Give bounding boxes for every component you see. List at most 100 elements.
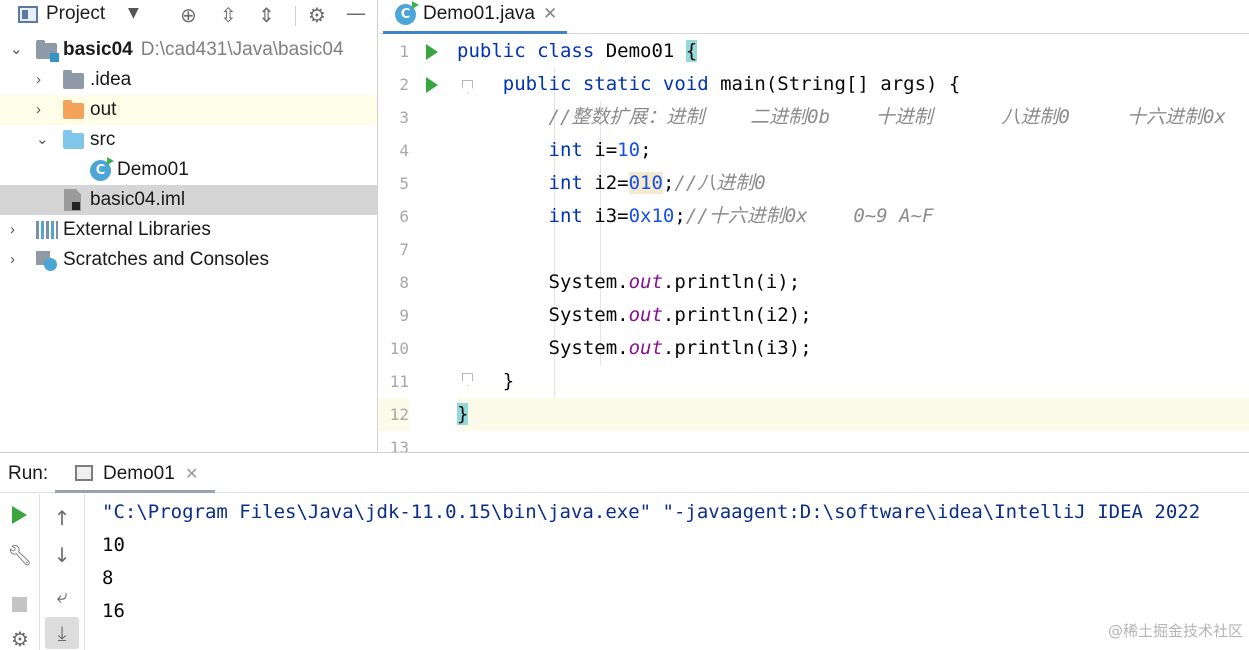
locate-target-icon[interactable]: ⊕	[180, 3, 197, 27]
rerun-play-icon[interactable]	[12, 506, 27, 524]
excluded-folder-icon	[63, 100, 84, 119]
tab-label: Demo01.java	[423, 3, 535, 24]
line-number: 2	[399, 75, 409, 94]
line-number: 1	[399, 42, 409, 61]
console-line: 16	[102, 600, 125, 622]
arrow-down-icon[interactable]: ↓	[45, 539, 79, 571]
tab-demo01-java[interactable]: C Demo01.java ✕	[383, 0, 567, 34]
line-number: 8	[399, 273, 409, 292]
code-line-3: //整数扩展：进制 二进制0b 十进制 八进制0 十六进制0x	[548, 106, 1226, 128]
code-editor: C Demo01.java ✕ 1 2 3 4 5 6 7 8 9 10 11 …	[379, 0, 1249, 457]
console-line-command: "C:\Program Files\Java\jdk-11.0.15\bin\j…	[102, 501, 1201, 523]
tree-item-out[interactable]: › out	[0, 95, 377, 125]
code-line-11: }	[502, 370, 515, 392]
line-number: 12	[379, 398, 409, 431]
chevron-down-icon[interactable]: ⌄	[36, 125, 49, 155]
tree-item-scratches[interactable]: › Scratches and Consoles	[0, 245, 377, 275]
brace-highlight: }	[457, 403, 469, 425]
tree-item-external-libraries[interactable]: › External Libraries	[0, 215, 377, 245]
folder-icon	[63, 70, 84, 89]
chevron-right-icon[interactable]: ›	[10, 215, 15, 245]
line-number: 3	[399, 108, 409, 127]
run-label: Run:	[8, 463, 49, 484]
code-line-5: int i2=010;//八进制0	[548, 172, 766, 194]
code-line-1: public class Demo01 {	[457, 40, 698, 62]
run-tab-demo01[interactable]: Demo01 ✕	[55, 453, 215, 493]
code-line-10: System.out.println(i3);	[548, 337, 812, 359]
console-output[interactable]: "C:\Program Files\Java\jdk-11.0.15\bin\j…	[102, 494, 1249, 650]
project-toolbar: Project ▼ ⊕ ⇳ ⇕ ⚙ —	[0, 0, 378, 32]
java-class-icon: C	[395, 1, 419, 25]
line-number: 11	[389, 372, 409, 391]
tree-label-scratches: Scratches and Consoles	[63, 249, 269, 270]
stop-icon[interactable]	[12, 597, 27, 612]
tree-item-basic04-iml[interactable]: basic04.iml	[0, 185, 377, 215]
chevron-right-icon[interactable]: ›	[10, 245, 15, 275]
java-class-icon: C	[90, 157, 114, 181]
source-folder-icon	[63, 130, 84, 149]
module-file-icon	[64, 189, 81, 211]
run-tab-label: Demo01	[103, 463, 175, 484]
tree-item-src[interactable]: ⌄ src	[0, 125, 377, 155]
code-line-6: int i3=0x10;//十六进制0x 0~9 A~F	[548, 205, 934, 227]
console-line: 10	[102, 534, 125, 556]
gear-icon[interactable]: ⚙	[308, 3, 326, 27]
scratches-icon	[36, 251, 58, 271]
code-line-8: System.out.println(i);	[548, 271, 801, 293]
console-icon	[75, 465, 93, 481]
hide-minus-icon[interactable]: —	[346, 1, 366, 25]
expand-all-icon[interactable]: ⇳	[220, 3, 237, 27]
module-badge-icon	[50, 53, 59, 62]
tree-label-idea: idea	[95, 69, 132, 90]
line-number: 7	[399, 240, 409, 259]
tree-label-iml: basic04.iml	[90, 189, 186, 210]
chevron-right-icon[interactable]: ›	[36, 95, 41, 125]
run-main-icon[interactable]	[426, 77, 438, 93]
run-toolbar-left: 🔧︎ ⚙	[0, 494, 40, 650]
line-number: 5	[399, 174, 409, 193]
wrench-icon[interactable]: 🔧︎	[0, 538, 40, 572]
run-class-icon[interactable]	[426, 44, 438, 60]
library-icon	[36, 221, 58, 239]
line-number: 9	[399, 306, 409, 325]
tree-path: D:\cad431\Java\basic04	[140, 39, 344, 60]
tree-label-out: out	[90, 99, 117, 120]
soft-wrap-icon[interactable]: ⤶	[45, 580, 79, 612]
project-view-icon	[18, 6, 38, 23]
chevron-right-icon[interactable]: ›	[36, 65, 41, 95]
line-number: 6	[399, 207, 409, 226]
project-title[interactable]: Project	[46, 3, 105, 25]
close-icon[interactable]: ✕	[543, 4, 557, 24]
tree-label-demo01: Demo01	[117, 159, 189, 180]
run-tool-window: Run: Demo01 ✕ 🔧︎ ⚙ ↑ ↓ ⤶ ⤓ "C:\Program F…	[0, 452, 1249, 650]
run-toolbar-right: ↑ ↓ ⤶ ⤓	[41, 494, 85, 650]
number-highlight: 010	[628, 172, 663, 194]
line-number: 10	[389, 339, 409, 358]
chevron-down-icon[interactable]: ⌄	[10, 35, 23, 65]
view-dropdown-chevron-icon[interactable]: ▼	[128, 5, 139, 21]
code-line-9: System.out.println(i2);	[548, 304, 812, 326]
tree-label-basic04: basic04	[63, 39, 133, 60]
line-number: 4	[399, 141, 409, 160]
code-area[interactable]: public class Demo01 { public static void…	[457, 35, 1249, 452]
tree-item-idea[interactable]: › .idea	[0, 65, 377, 95]
scroll-to-end-icon[interactable]: ⤓	[45, 617, 79, 649]
project-tool-window: Project ▼ ⊕ ⇳ ⇕ ⚙ — ⌄ basic04 D:\cad431\J…	[0, 0, 378, 452]
toolbar-divider	[295, 6, 296, 26]
code-line-2: public static void main(String[] args) {	[502, 73, 961, 95]
close-icon[interactable]: ✕	[185, 464, 198, 483]
arrow-up-icon[interactable]: ↑	[45, 502, 79, 534]
code-line-12-current: }	[457, 398, 1249, 431]
brace-highlight: {	[685, 40, 698, 62]
console-line: 8	[102, 567, 114, 589]
watermark: @稀土掘金技术社区	[1107, 622, 1243, 640]
settings-gear-icon[interactable]: ⚙	[0, 622, 40, 650]
tree-item-basic04[interactable]: ⌄ basic04 D:\cad431\Java\basic04	[0, 35, 377, 65]
code-line-4: int i=10;	[548, 139, 652, 161]
tree-label-external-libraries: External Libraries	[63, 219, 211, 240]
editor-gutter: 1 2 3 4 5 6 7 8 9 10 11 12 13	[379, 35, 457, 457]
tree-label-src: src	[90, 129, 116, 150]
tree-item-demo01[interactable]: C Demo01	[0, 155, 377, 185]
collapse-all-icon[interactable]: ⇕	[258, 3, 275, 27]
